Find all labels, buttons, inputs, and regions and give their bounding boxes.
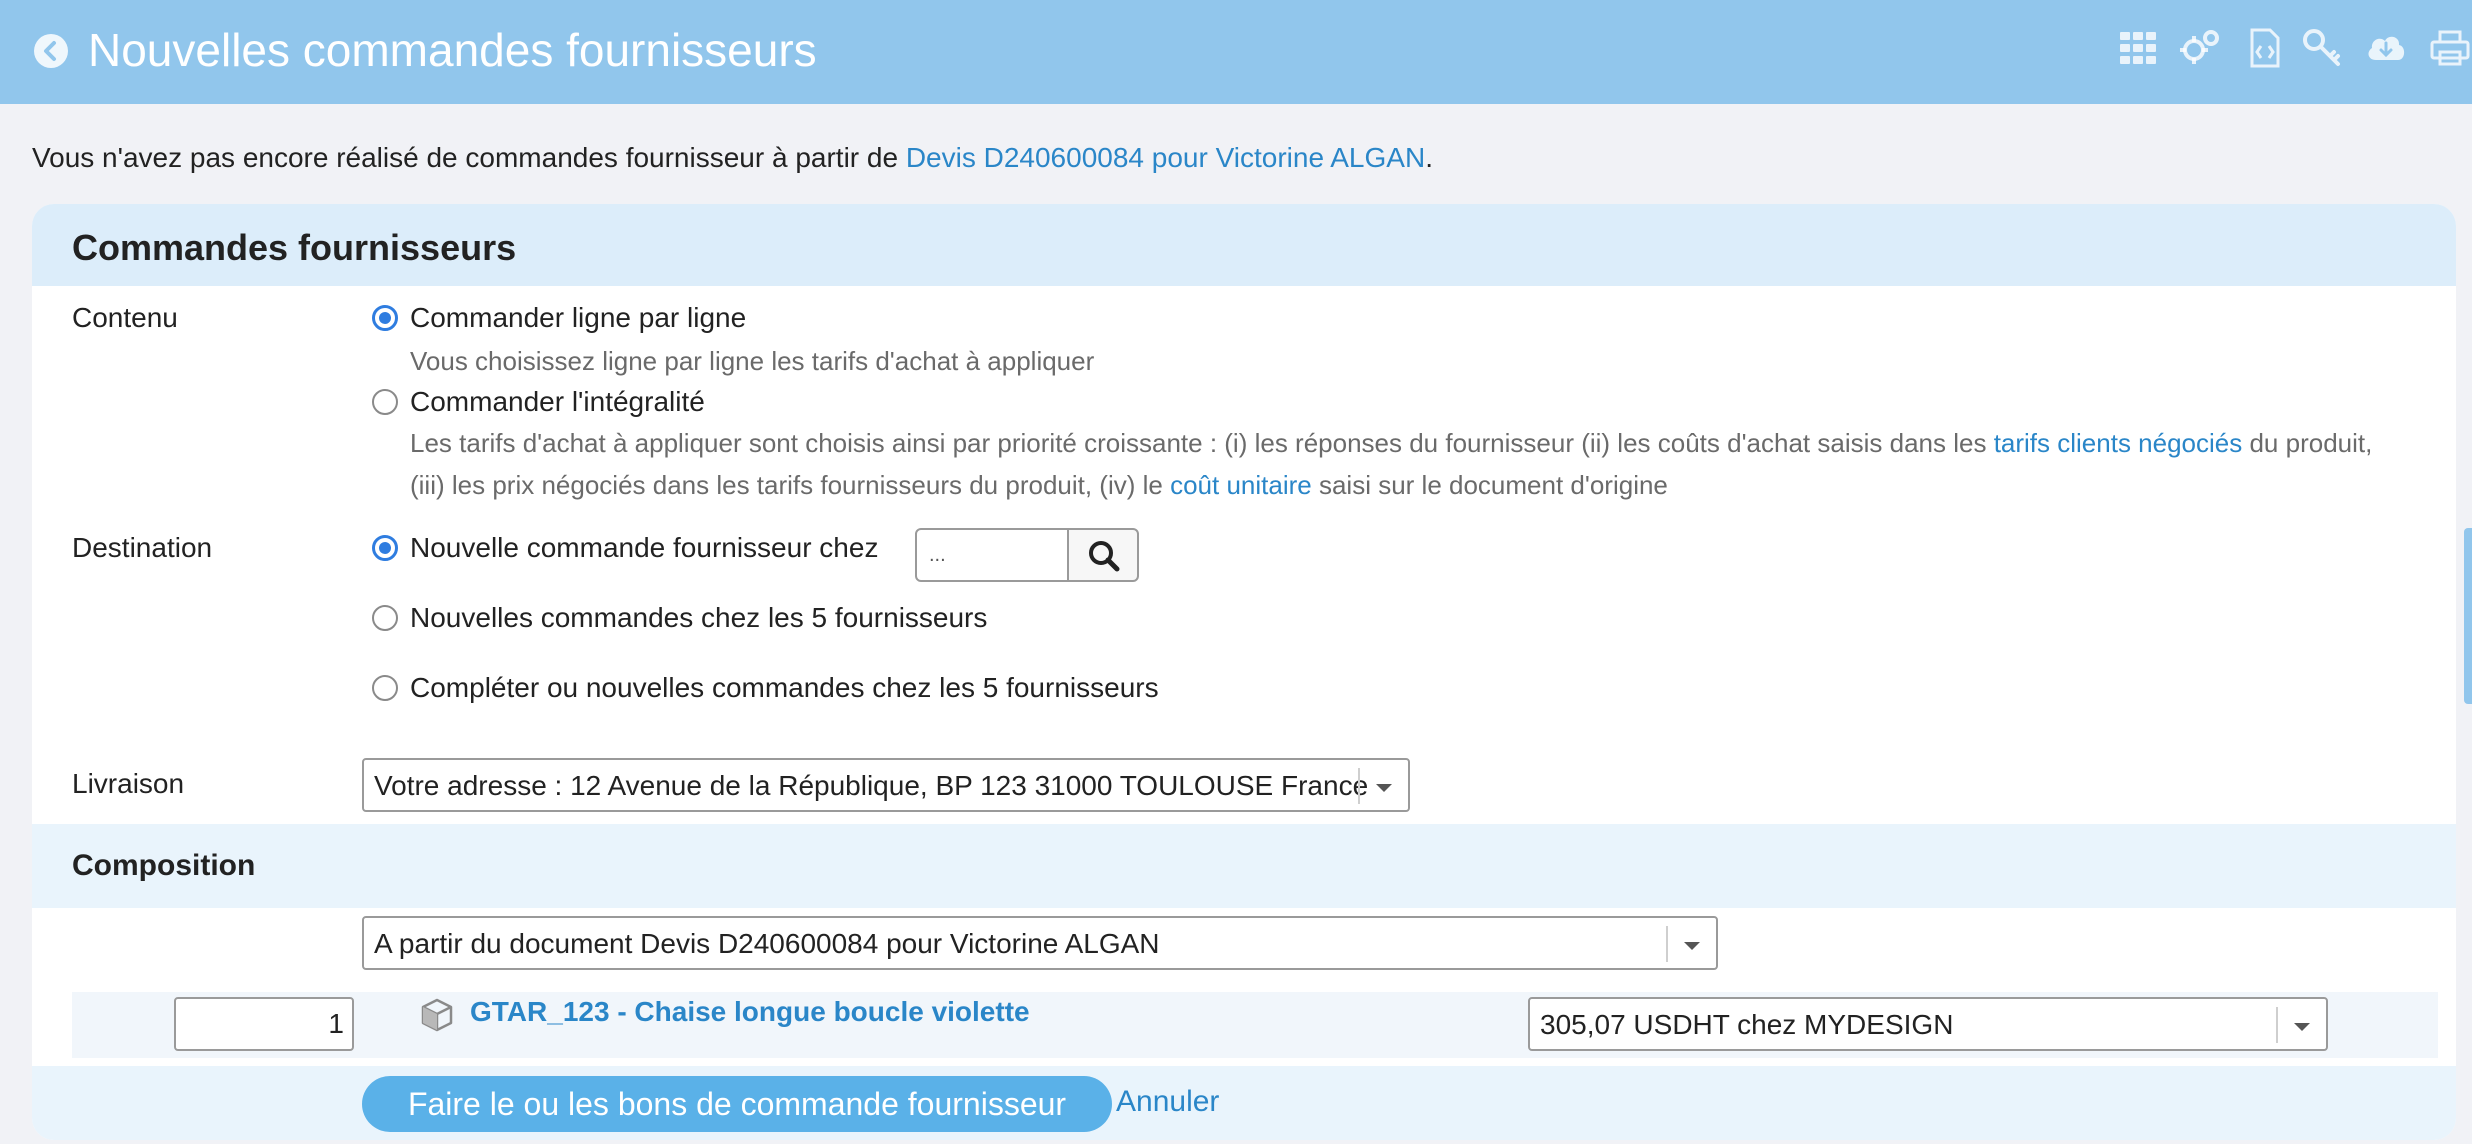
supplier-search-button[interactable]	[1067, 528, 1139, 582]
option-order-all-help-line2: (iii) les prix négociés dans les tarifs …	[410, 468, 1668, 502]
top-bar: Nouvelles commandes fournisseurs	[0, 0, 2472, 104]
help-text-d: saisi sur le document d'origine	[1311, 470, 1668, 500]
product-cube-icon	[421, 998, 453, 1032]
contenu-label: Contenu	[72, 302, 178, 333]
select-separator	[1666, 926, 1668, 962]
intro-message: Vous n'avez pas encore réalisé de comman…	[32, 140, 1433, 176]
option-new-order-at-supplier-label[interactable]: Nouvelle commande fournisseur chez	[410, 530, 878, 566]
help-text-b: du produit,	[2242, 428, 2373, 458]
gears-icon[interactable]	[2178, 26, 2222, 70]
quantity-input[interactable]	[174, 997, 354, 1051]
supplier-price-value: 305,07 USDHT chez MYDESIGN	[1540, 1009, 1954, 1040]
livraison-label: Livraison	[72, 768, 185, 799]
chevron-down-icon	[1376, 784, 1392, 792]
radio-new-order-at-supplier[interactable]	[372, 535, 398, 561]
destination-label: Destination	[72, 532, 213, 563]
source-document-value: A partir du document Devis D240600084 po…	[374, 928, 1160, 959]
unit-cost-link[interactable]: coût unitaire	[1170, 470, 1312, 500]
card-title: Commandes fournisseurs	[72, 227, 517, 268]
composition-section-band	[32, 824, 2456, 908]
supplier-price-select[interactable]: 305,07 USDHT chez MYDESIGN	[1528, 997, 2328, 1051]
delivery-address-select[interactable]: Votre adresse : 12 Avenue de la Républiq…	[362, 758, 1410, 812]
back-arrow-icon[interactable]	[32, 32, 70, 70]
product-link[interactable]: GTAR_123 - Chaise longue boucle violette	[470, 994, 1030, 1030]
printer-icon[interactable]	[2428, 26, 2472, 70]
search-icon	[1089, 541, 1120, 572]
source-document-select[interactable]: A partir du document Devis D240600084 po…	[362, 916, 1718, 970]
option-line-by-line-label[interactable]: Commander ligne par ligne	[410, 300, 746, 336]
radio-line-by-line[interactable]	[372, 305, 398, 331]
apps-grid-icon[interactable]	[2116, 26, 2160, 70]
chevron-down-icon	[2294, 1023, 2310, 1031]
cancel-link[interactable]: Annuler	[1116, 1084, 1219, 1120]
radio-complete-orders-5-suppliers[interactable]	[372, 675, 398, 701]
select-separator	[2276, 1007, 2278, 1043]
help-text-c: (iii) les prix négociés dans les tarifs …	[410, 470, 1171, 500]
supplier-search-input[interactable]	[915, 528, 1069, 582]
key-icon[interactable]	[2300, 26, 2344, 70]
code-file-icon[interactable]	[2242, 26, 2286, 70]
radio-order-all[interactable]	[372, 389, 398, 415]
cloud-download-icon[interactable]	[2364, 26, 2408, 70]
source-document-link[interactable]: Devis D240600084 pour Victorine ALGAN	[906, 142, 1425, 173]
scrollbar-thumb[interactable]	[2464, 528, 2472, 704]
delivery-address-value: Votre adresse : 12 Avenue de la Républiq…	[374, 770, 1369, 801]
intro-text: Vous n'avez pas encore réalisé de comman…	[32, 142, 906, 173]
option-order-all-label[interactable]: Commander l'intégralité	[410, 384, 705, 420]
page-title: Nouvelles commandes fournisseurs	[88, 24, 817, 76]
radio-new-orders-5-suppliers[interactable]	[372, 605, 398, 631]
option-complete-orders-5-suppliers-label[interactable]: Compléter ou nouvelles commandes chez le…	[410, 670, 1159, 706]
intro-suffix: .	[1425, 142, 1433, 173]
create-purchase-orders-button[interactable]: Faire le ou les bons de commande fournis…	[362, 1076, 1112, 1132]
negotiated-client-prices-link[interactable]: tarifs clients négociés	[1994, 428, 2243, 458]
option-new-orders-5-suppliers-label[interactable]: Nouvelles commandes chez les 5 fournisse…	[410, 600, 987, 636]
option-order-all-help-line1: Les tarifs d'achat à appliquer sont choi…	[410, 426, 2372, 460]
option-line-by-line-help: Vous choisissez ligne par ligne les tari…	[410, 346, 1095, 376]
supplier-orders-card: Commandes fournisseurs Contenu Commander…	[32, 204, 2456, 1140]
chevron-down-icon	[1684, 942, 1700, 950]
composition-title: Composition	[72, 849, 256, 882]
help-text-a: Les tarifs d'achat à appliquer sont choi…	[410, 428, 1994, 458]
select-separator	[1358, 768, 1360, 804]
